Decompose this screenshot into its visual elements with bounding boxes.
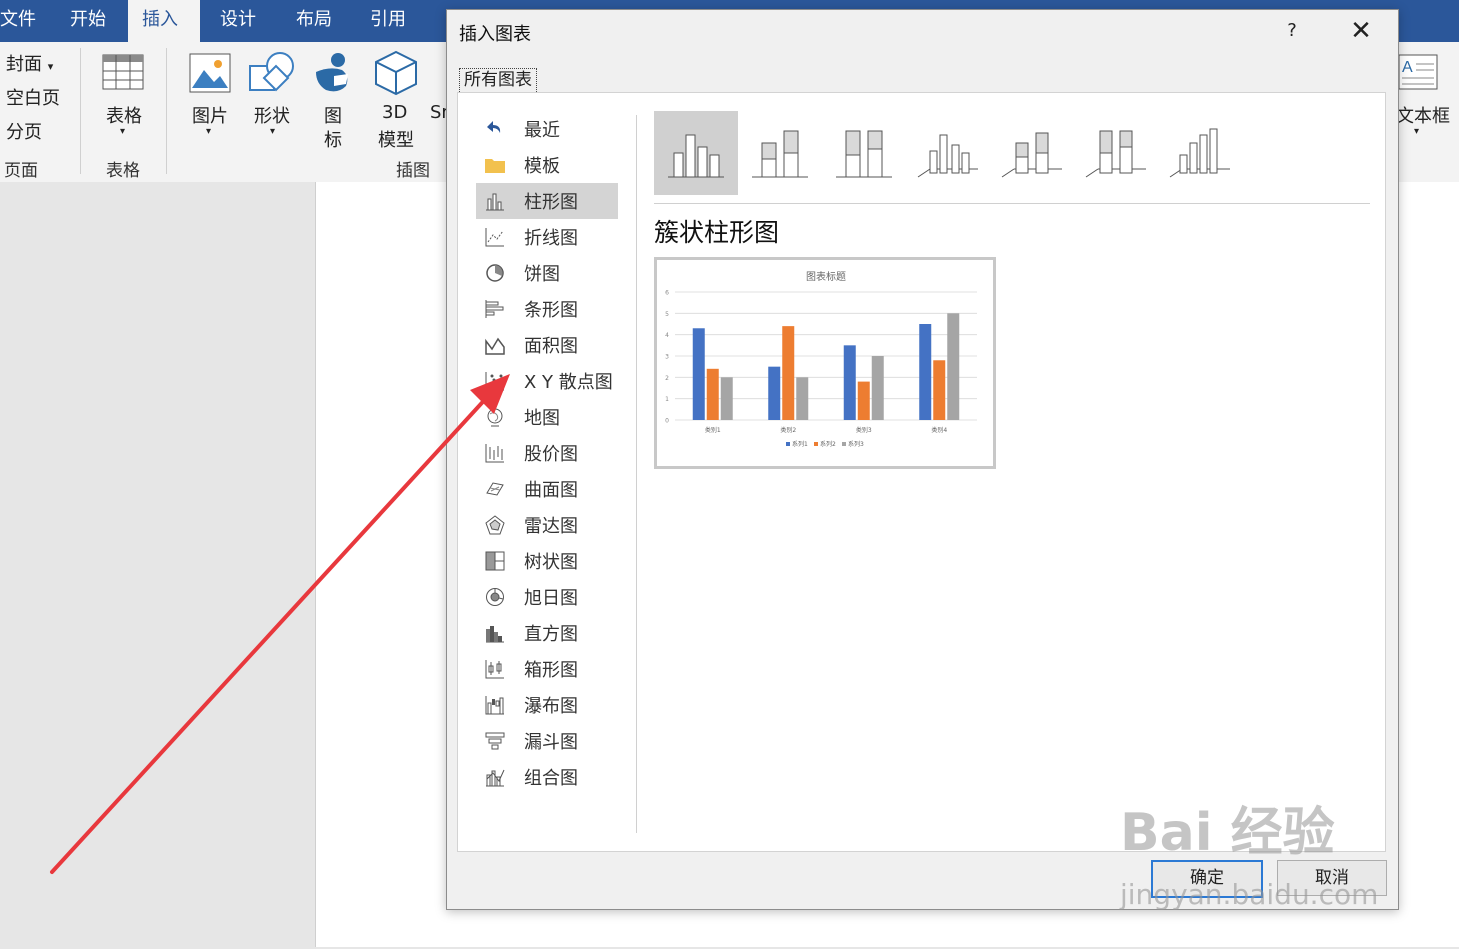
watermark-main: Bai 经验 [1120, 803, 1335, 863]
watermark-url: jingyan.baidu.com [1120, 878, 1379, 911]
watermark: Bai 经验 jingyan.baidu.com [1120, 790, 1450, 920]
